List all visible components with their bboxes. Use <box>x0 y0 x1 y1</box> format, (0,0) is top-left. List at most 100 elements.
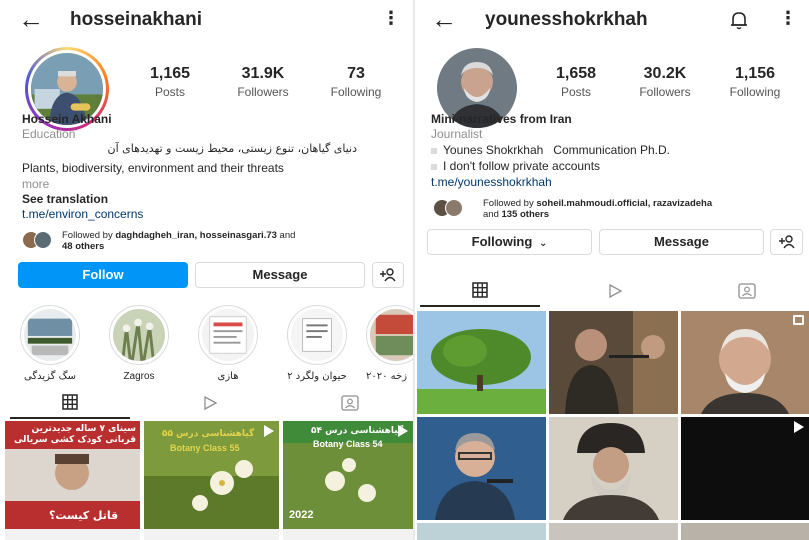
tab-reels[interactable] <box>150 387 270 419</box>
add-person-icon <box>778 235 795 249</box>
stat-posts[interactable]: 1,658 Posts <box>536 65 616 99</box>
more-vertical-icon[interactable]: ⋮ <box>779 9 797 27</box>
add-person-button[interactable] <box>770 229 803 255</box>
bio-line-1: Younes Shokrkhah Communication Ph.D. <box>431 143 670 158</box>
posts-grid <box>415 311 809 540</box>
highlight-item[interactable]: زخه ۲۰۲۰ <box>366 305 413 382</box>
profile-headline: Mini-narratives from Iran <box>431 112 572 126</box>
highlight-cover <box>113 309 165 361</box>
followed-by-text[interactable]: Followed by soheil.mahmoudi.official, ra… <box>483 198 803 220</box>
post-image <box>681 417 809 520</box>
followed-by-others: 135 others <box>501 209 550 220</box>
grid-icon <box>62 394 78 410</box>
highlight-item[interactable]: هازی <box>197 305 259 382</box>
post-subtitle: قاتل کیست؟ <box>49 509 119 522</box>
post-thumbnail[interactable] <box>681 523 809 540</box>
stat-value: 31.9K <box>241 65 285 82</box>
highlight-item[interactable]: سگ گزیدگی <box>19 305 81 382</box>
profile-username: younesshokrkhah <box>485 9 648 30</box>
post-thumbnail[interactable] <box>549 417 678 520</box>
back-arrow-icon[interactable]: ← <box>18 6 44 32</box>
post-image <box>417 417 546 520</box>
followed-by-names: soheil.mahmoudi.official, razavizadeha <box>536 198 713 209</box>
back-arrow-icon[interactable]: ← <box>431 6 457 32</box>
chevron-down-icon: ⌄ <box>538 238 548 249</box>
more-vertical-icon[interactable]: ⋮ <box>382 9 400 27</box>
add-person-button[interactable] <box>372 262 404 288</box>
stat-label: Followers <box>639 85 691 99</box>
post-thumbnail[interactable] <box>417 417 546 520</box>
stat-label: Following <box>729 85 781 99</box>
post-year: 2022 <box>289 509 314 521</box>
post-image <box>681 311 809 414</box>
profile-panel-hosseinakhani: ← hosseinakhani ⋮ 1,165 Posts 31.9K Foll… <box>0 0 413 540</box>
profile-username: hosseinakhani <box>70 9 202 30</box>
post-thumbnail[interactable]: سینای ۷ ساله جدیدترین قربانی کودک کشی سر… <box>5 421 140 540</box>
reels-icon <box>204 395 218 411</box>
post-image <box>549 417 678 520</box>
reel-icon <box>398 425 408 437</box>
highlight-item[interactable]: Zagros <box>108 305 170 382</box>
highlight-item[interactable]: حیوان ولگرد ۲ <box>286 305 348 382</box>
post-thumbnail[interactable] <box>549 523 678 540</box>
stat-value: 30.2K <box>643 65 687 82</box>
stat-value: 1,165 <box>149 65 191 82</box>
message-button[interactable]: Message <box>195 262 365 288</box>
stat-value: 1,156 <box>734 65 776 82</box>
tab-posts-grid[interactable] <box>420 275 540 307</box>
bell-icon[interactable] <box>730 10 748 30</box>
stat-following[interactable]: 1,156 Following <box>715 65 795 99</box>
following-button-label: Following <box>471 234 533 249</box>
tab-reels[interactable] <box>555 275 675 307</box>
post-thumbnail[interactable]: گیاهشناسی درس ۵۵ Botany Class 55 <box>144 421 279 540</box>
post-subtitle: Botany Class 54 <box>313 439 383 449</box>
followed-by-and: and <box>483 209 499 220</box>
profile-link[interactable]: t.me/environ_concerns <box>22 207 143 222</box>
post-image <box>549 311 678 414</box>
profile-panel-younesshokrkhah: ← younesshokrkhah ⋮ 1,658 Posts 30.2K Fo… <box>415 0 809 540</box>
stat-posts[interactable]: 1,165 Posts <box>130 65 210 99</box>
stat-followers[interactable]: 30.2K Followers <box>625 65 705 99</box>
post-image <box>549 523 678 540</box>
reels-icon <box>609 283 623 299</box>
followed-by-avatars[interactable] <box>22 231 56 249</box>
emoji-placeholder <box>431 163 437 170</box>
highlight-caption: حیوان ولگرد ۲ <box>287 371 347 382</box>
followed-by-prefix: Followed by <box>483 198 534 209</box>
tagged-icon <box>738 283 756 299</box>
profile-tabs <box>0 387 413 419</box>
message-button[interactable]: Message <box>599 229 764 255</box>
bio-line-1-text: Younes Shokrkhah Communication Ph.D. <box>443 143 671 157</box>
tab-posts-grid[interactable] <box>10 387 130 419</box>
stat-followers[interactable]: 31.9K Followers <box>223 65 303 99</box>
followed-by-avatars[interactable] <box>433 199 467 217</box>
post-thumbnail[interactable] <box>681 417 809 520</box>
reel-icon <box>264 425 274 437</box>
following-button[interactable]: Following ⌄ <box>427 229 592 255</box>
stat-value: 73 <box>347 65 365 82</box>
tab-tagged[interactable] <box>290 387 410 419</box>
followed-by-text[interactable]: Followed by daghdagheh_iran, hosseinasga… <box>62 230 392 252</box>
post-subtitle: Botany Class 55 <box>170 443 240 453</box>
see-translation-link[interactable]: See translation <box>22 192 108 207</box>
highlight-caption: Zagros <box>123 371 155 382</box>
stat-label: Following <box>330 85 382 99</box>
post-thumbnail[interactable] <box>417 523 546 540</box>
highlight-cover <box>24 309 76 361</box>
follow-button[interactable]: Follow <box>18 262 188 288</box>
stat-following[interactable]: 73 Following <box>316 65 396 99</box>
post-thumbnail[interactable] <box>681 311 809 414</box>
profile-name: Hossein Akhani <box>22 112 112 126</box>
post-thumbnail[interactable]: گیاهشناسی درس ۵۴ Botany Class 54 2022 <box>283 421 413 540</box>
followed-by-and: and <box>279 230 296 241</box>
add-person-icon <box>380 268 396 282</box>
avatar <box>445 199 463 217</box>
tagged-icon <box>341 395 359 411</box>
post-thumbnail[interactable] <box>417 311 546 414</box>
profile-link[interactable]: t.me/younesshokrkhah <box>431 175 552 190</box>
highlight-caption: زخه ۲۰۲۰ <box>366 371 408 382</box>
more-link[interactable]: more <box>22 177 49 192</box>
tab-tagged[interactable] <box>687 275 807 307</box>
avatar <box>34 231 52 249</box>
post-thumbnail[interactable] <box>549 311 678 414</box>
